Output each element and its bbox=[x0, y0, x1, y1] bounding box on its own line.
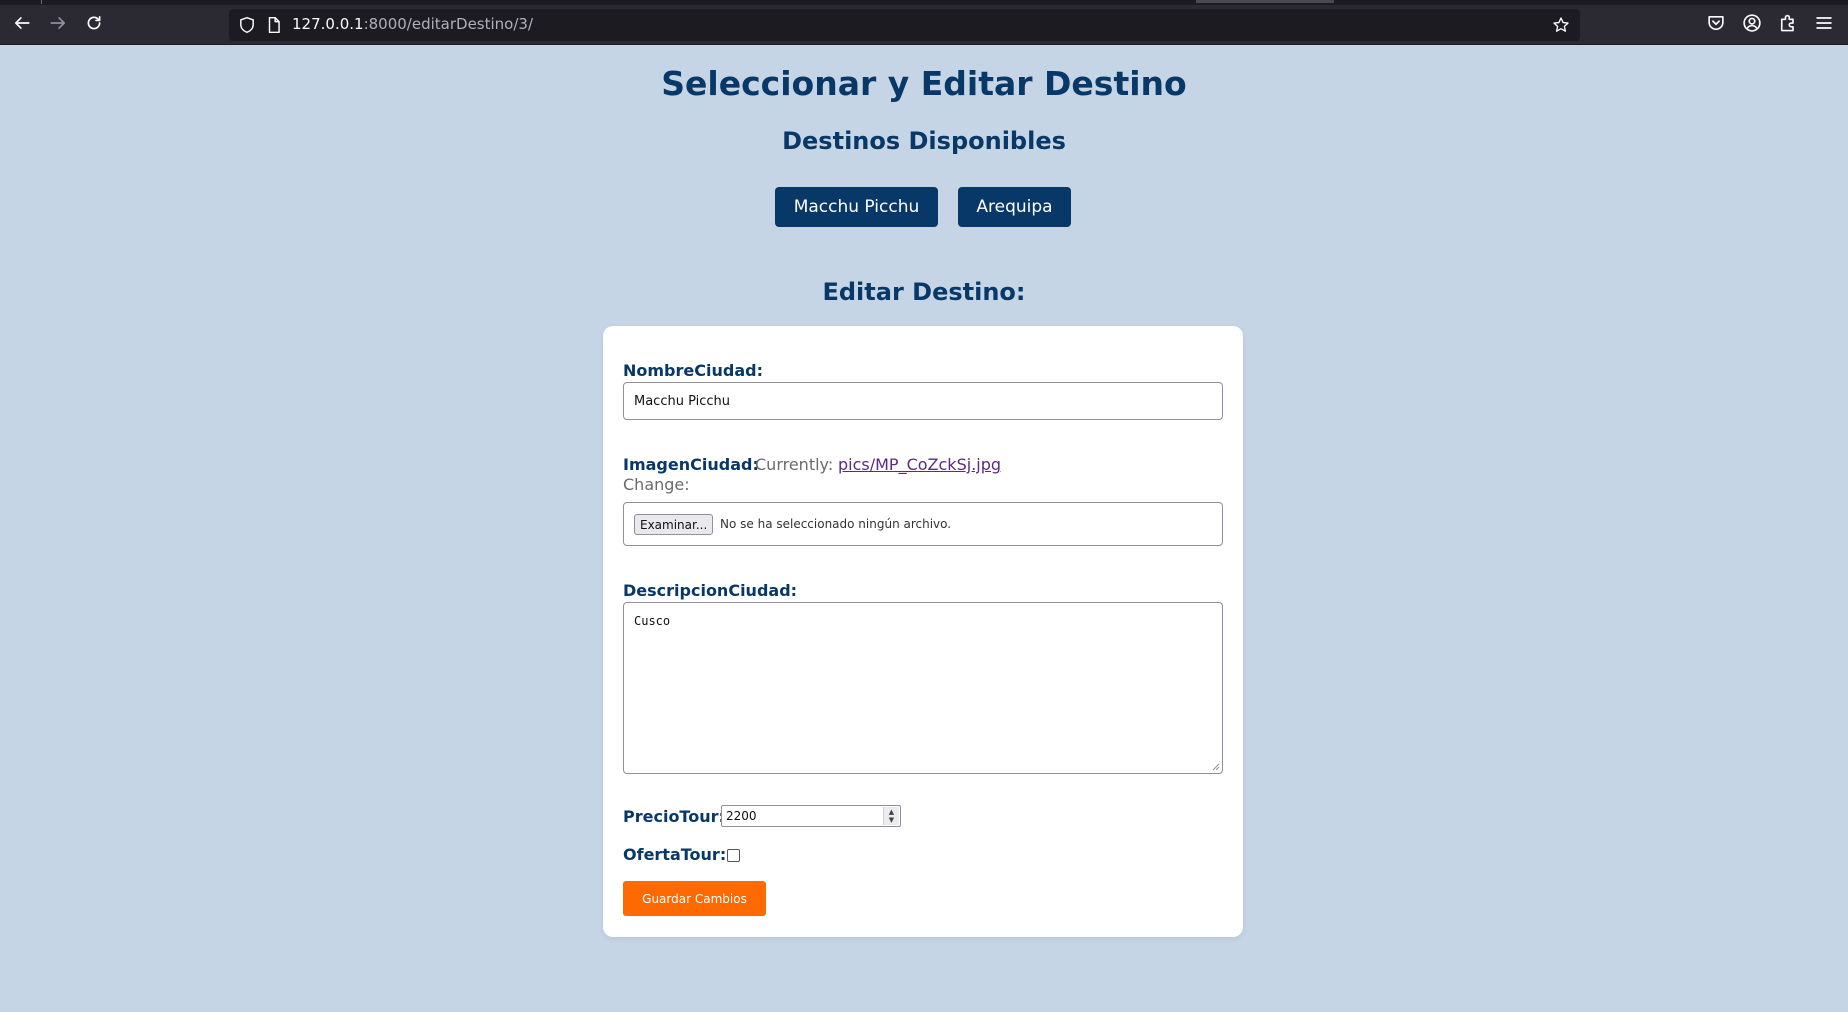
page-icon[interactable] bbox=[265, 16, 283, 34]
oferta-tour-label: OfertaTour: bbox=[623, 845, 727, 864]
spinner-up-icon[interactable]: ▲ bbox=[889, 808, 894, 816]
browse-button[interactable]: Examinar... bbox=[634, 514, 714, 535]
reload-icon[interactable] bbox=[81, 10, 107, 36]
account-icon[interactable] bbox=[1742, 13, 1762, 33]
no-file-selected-text: No se ha seleccionado ningún archivo. bbox=[720, 517, 952, 531]
bookmark-star-icon[interactable] bbox=[1552, 16, 1570, 34]
destinations-heading: Destinos Disponibles bbox=[782, 127, 1066, 155]
nombre-ciudad-value: Macchu Picchu bbox=[634, 394, 731, 409]
imagen-ciudad-label: ImagenCiudad: bbox=[623, 455, 759, 474]
save-changes-button[interactable]: Guardar Cambios bbox=[623, 881, 766, 916]
imagen-ciudad-file-input[interactable]: Examinar... No se ha seleccionado ningún… bbox=[623, 502, 1223, 546]
menu-icon[interactable] bbox=[1814, 13, 1834, 33]
url-bar[interactable]: 127.0.0.1:8000/editarDestino/3/ bbox=[229, 9, 1580, 41]
precio-tour-value: 2200 bbox=[726, 809, 757, 823]
current-image-link[interactable]: pics/MP_CoZckSj.jpg bbox=[838, 455, 1001, 474]
url-host: 127.0.0.1 bbox=[292, 15, 364, 33]
page-content: Seleccionar y Editar Destino Destinos Di… bbox=[0, 46, 1848, 1012]
forward-arrow-icon[interactable] bbox=[45, 10, 71, 36]
back-arrow-icon[interactable] bbox=[9, 10, 35, 36]
page-title: Seleccionar y Editar Destino bbox=[661, 64, 1187, 103]
descripcion-ciudad-label: DescripcionCiudad: bbox=[623, 581, 798, 600]
descripcion-ciudad-value: Cusco bbox=[634, 614, 671, 628]
number-spinner[interactable]: ▲ ▼ bbox=[883, 807, 899, 825]
precio-tour-label: PrecioTour: bbox=[623, 807, 725, 826]
pocket-icon[interactable] bbox=[1706, 13, 1726, 33]
change-label: Change: bbox=[623, 475, 690, 494]
destination-button-arequipa[interactable]: Arequipa bbox=[958, 187, 1071, 227]
browser-toolbar: 127.0.0.1:8000/editarDestino/3/ bbox=[0, 0, 1848, 45]
descripcion-ciudad-textarea[interactable]: Cusco bbox=[623, 602, 1223, 774]
nombre-ciudad-input[interactable]: Macchu Picchu bbox=[623, 382, 1223, 420]
edit-form-card: NombreCiudad: Macchu Picchu ImagenCiudad… bbox=[603, 326, 1243, 937]
currently-label: Currently: bbox=[755, 455, 834, 474]
extensions-icon[interactable] bbox=[1778, 13, 1798, 33]
edit-heading: Editar Destino: bbox=[822, 278, 1026, 306]
resize-grip-icon[interactable] bbox=[1210, 761, 1220, 771]
tab-strip bbox=[0, 0, 1848, 5]
oferta-tour-checkbox[interactable] bbox=[727, 849, 740, 862]
precio-tour-input[interactable]: 2200 ▲ ▼ bbox=[721, 805, 901, 827]
destination-button-macchu-picchu[interactable]: Macchu Picchu bbox=[775, 187, 938, 227]
url-text[interactable]: 127.0.0.1:8000/editarDestino/3/ bbox=[292, 15, 533, 33]
nombre-ciudad-label: NombreCiudad: bbox=[623, 361, 763, 380]
spinner-down-icon[interactable]: ▼ bbox=[889, 816, 894, 824]
shield-icon[interactable] bbox=[238, 16, 256, 34]
url-path: :8000/editarDestino/3/ bbox=[363, 15, 533, 33]
